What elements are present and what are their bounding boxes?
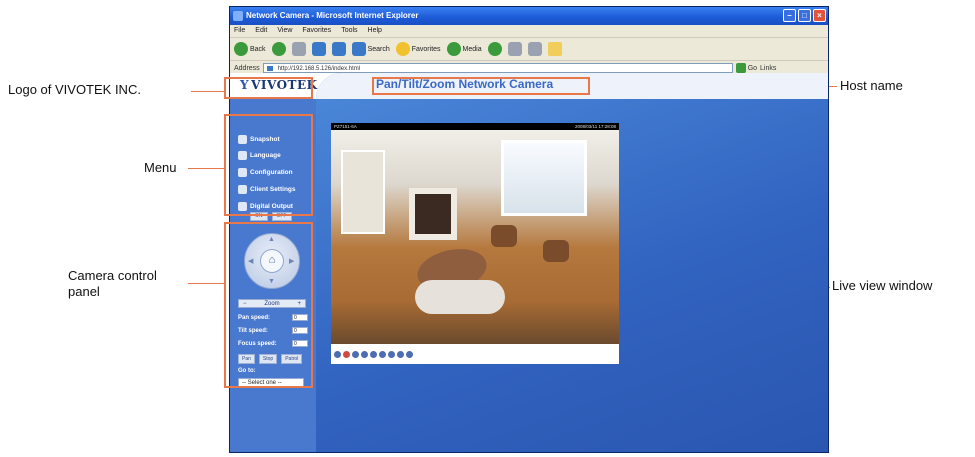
refresh-icon[interactable] (311, 42, 326, 56)
back-button[interactable]: Back (234, 42, 266, 56)
media-button[interactable]: Media (446, 42, 482, 56)
talk-icon[interactable] (388, 350, 395, 358)
video-timestamp: 2008/03/11 17:28:08 (575, 124, 616, 129)
video-window (501, 140, 587, 216)
back-icon (234, 42, 248, 56)
media-icon (446, 42, 461, 56)
play-icon[interactable] (334, 350, 341, 358)
search-button[interactable]: Search (351, 42, 390, 56)
star-icon (395, 42, 410, 56)
menu-help[interactable]: Help (368, 25, 382, 37)
annotation-camera-control-line (188, 283, 224, 284)
live-video[interactable] (331, 130, 619, 344)
pause-icon[interactable] (352, 350, 359, 358)
record-icon[interactable] (343, 350, 350, 358)
menu-bar: File Edit View Favorites Tools Help (230, 25, 828, 38)
annotation-logo-line (191, 91, 224, 92)
video-control-bar (331, 344, 619, 364)
live-view-window: PZ7151-6A 2008/03/11 17:28:08 (331, 123, 619, 364)
menu-favorites[interactable]: Favorites (302, 25, 331, 37)
video-caption: PZ7151-6A (334, 124, 357, 129)
stop-icon[interactable] (291, 42, 306, 56)
ie-icon (233, 11, 243, 21)
volume-icon[interactable] (370, 350, 377, 358)
title-bar: Network Camera - Microsoft Internet Expl… (230, 7, 828, 25)
menu-edit[interactable]: Edit (255, 25, 267, 37)
print-icon[interactable] (527, 42, 542, 56)
annotation-logo-box (224, 77, 313, 99)
search-icon (351, 42, 366, 56)
video-sofa (415, 280, 505, 314)
mute-icon[interactable] (379, 350, 386, 358)
annotation-host-name-box (372, 77, 590, 95)
video-chair (491, 225, 517, 247)
forward-icon[interactable] (271, 42, 286, 56)
folder-icon[interactable] (547, 42, 562, 56)
window-controls: – □ × (783, 9, 826, 22)
minimize-button[interactable]: – (783, 9, 796, 22)
history-icon[interactable] (487, 42, 502, 56)
fullscreen-icon[interactable] (406, 350, 413, 358)
go-icon (735, 63, 746, 73)
menu-file[interactable]: File (234, 25, 245, 37)
favorites-button[interactable]: Favorites (395, 42, 441, 56)
window-title: Network Camera - Microsoft Internet Expl… (246, 11, 419, 20)
camera-page: Y VIVOTEK Pan/Tilt/Zoom Network Camera Sn… (230, 73, 828, 452)
menu-view[interactable]: View (277, 25, 292, 37)
annotation-menu-connector (224, 168, 225, 169)
url-input[interactable]: http://192.168.5.126/index.html (262, 63, 733, 73)
stop-video-icon[interactable] (361, 350, 368, 358)
maximize-button[interactable]: □ (798, 9, 811, 22)
annotation-logo: Logo of VIVOTEK INC. (8, 82, 141, 97)
annotation-camera-control: Camera control panel (68, 268, 157, 299)
video-caption-bar: PZ7151-6A 2008/03/11 17:28:08 (331, 123, 619, 130)
close-button[interactable]: × (813, 9, 826, 22)
home-page-icon[interactable] (331, 42, 346, 56)
video-bookshelf (341, 150, 385, 234)
annotation-camera-control-box (224, 222, 313, 388)
annotation-host-name: Host name (840, 78, 903, 93)
address-label: Address (234, 64, 260, 72)
menu-tools[interactable]: Tools (341, 25, 357, 37)
video-fireplace (409, 188, 457, 240)
links-button[interactable]: Links (760, 65, 776, 72)
go-button[interactable]: Go (735, 63, 757, 73)
annotation-menu-line (188, 168, 224, 169)
mic-icon[interactable] (397, 350, 404, 358)
video-chair (543, 240, 569, 262)
annotation-menu-box (224, 114, 313, 216)
annotation-menu: Menu (144, 160, 177, 175)
annotation-live-view: Live view window (832, 278, 933, 293)
browser-window: Network Camera - Microsoft Internet Expl… (229, 6, 829, 453)
mail-icon[interactable] (507, 42, 522, 56)
toolbar: Back Search Favorites Media (230, 38, 828, 61)
